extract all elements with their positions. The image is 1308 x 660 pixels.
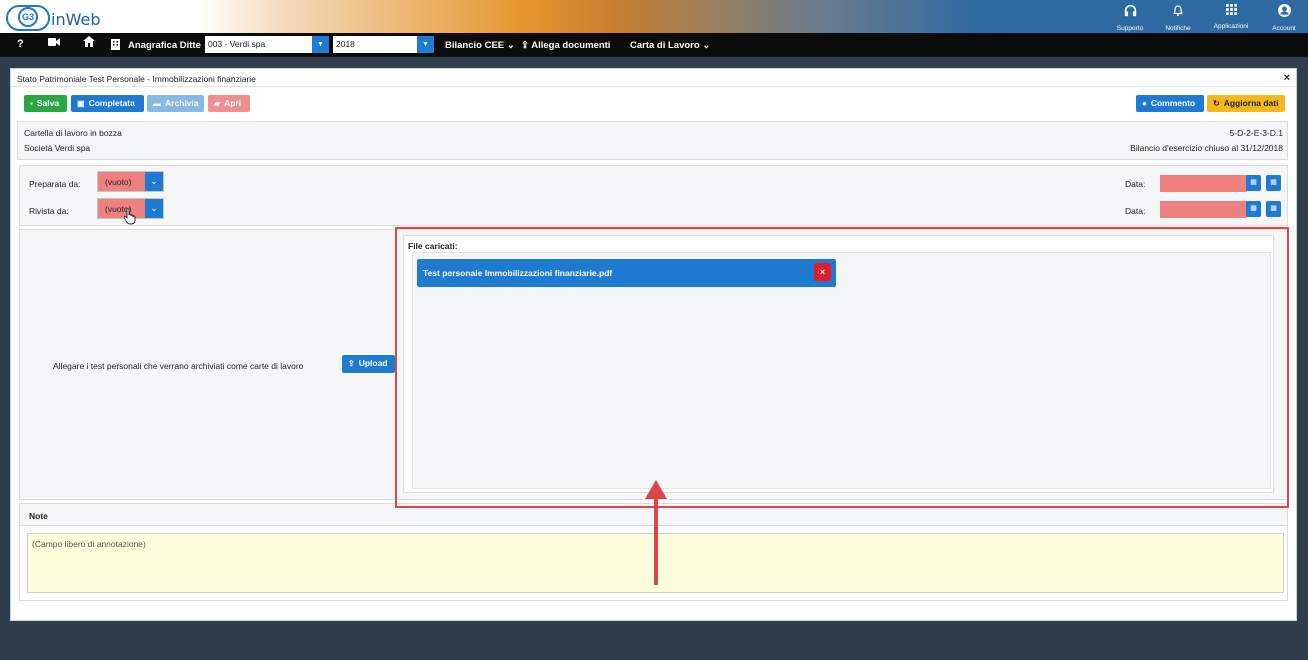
reviewed-label: Rivista da: bbox=[29, 206, 69, 216]
nav-allega-documenti[interactable]: ⇪ Allega documenti bbox=[521, 40, 610, 51]
completata-button-label: Completata bbox=[88, 98, 135, 108]
archivia-button-label: Archivia bbox=[165, 98, 199, 108]
logo-mark: G3 bbox=[18, 7, 38, 27]
applications-button[interactable]: Applicazioni bbox=[1202, 0, 1260, 33]
calendar-icon[interactable]: ▦ bbox=[1246, 175, 1261, 191]
save-button[interactable]: ▪ Salva bbox=[24, 95, 67, 112]
bilancio-text: Bilancio d'esercizio chiuso al 31/12/201… bbox=[1130, 143, 1283, 153]
nav-bilancio-label: Bilancio CEE bbox=[445, 40, 505, 51]
caret-down-icon[interactable]: ▼ bbox=[417, 36, 434, 53]
apri-button[interactable]: ▰ Apri bbox=[208, 95, 250, 112]
reviewed-date-input[interactable] bbox=[1160, 201, 1247, 218]
status-text: Cartella di lavoro in bozza bbox=[24, 128, 122, 138]
workpaper-code: 5-D-2-E-3-D.1 bbox=[1229, 128, 1283, 138]
nav-anagrafica-ditte[interactable]: Anagrafica Ditte bbox=[128, 40, 201, 51]
completata-button[interactable]: ▣ Completata bbox=[71, 95, 144, 112]
year-select[interactable]: 2018 ▼ bbox=[333, 36, 434, 53]
prepared-by-select[interactable]: (vuoto) ⌄ bbox=[97, 171, 164, 192]
floppy-icon: ▪ bbox=[30, 99, 33, 108]
notes-title: Note bbox=[29, 511, 48, 521]
building-icon bbox=[111, 39, 120, 53]
dialog-title: Stato Patrimoniale Test Personale - Immo… bbox=[17, 74, 256, 84]
applications-label: Applicazioni bbox=[1213, 23, 1249, 30]
apri-button-label: Apri bbox=[224, 98, 242, 108]
grid-icon bbox=[1202, 4, 1260, 18]
review-panel: Preparata da: (vuoto) ⌄ Rivista da: (vuo… bbox=[19, 165, 1288, 226]
info-panel: Cartella di lavoro in bozza Società Verd… bbox=[17, 121, 1288, 160]
support-label: Supporto bbox=[1116, 25, 1144, 32]
account-button[interactable]: Account bbox=[1260, 0, 1308, 33]
upload-button-label: Upload bbox=[358, 358, 388, 368]
nav-bilancio-cee[interactable]: Bilancio CEE ⌄ bbox=[445, 40, 515, 51]
prepared-date-label: Data: bbox=[1125, 179, 1146, 189]
close-icon[interactable]: × bbox=[1284, 72, 1290, 84]
commento-button[interactable]: ● Commento bbox=[1136, 95, 1204, 112]
clipboard-icon: ▣ bbox=[77, 99, 85, 108]
notifications-button[interactable]: Notifiche bbox=[1154, 0, 1202, 33]
save-button-label: Salva bbox=[36, 98, 60, 108]
nav-allega-label: Allega documenti bbox=[531, 40, 611, 51]
app-logo[interactable]: G3 inWeb bbox=[6, 2, 100, 32]
top-header: G3 inWeb Supporto Notifiche Applicazioni bbox=[0, 0, 1308, 33]
notifications-label: Notifiche bbox=[1165, 25, 1191, 32]
chevron-down-icon: ⌄ bbox=[702, 40, 711, 51]
notes-placeholder: (Campo libero di annotazione) bbox=[32, 539, 146, 549]
company-select-value: 003 - Verdi spa bbox=[208, 39, 266, 49]
support-button[interactable]: Supporto bbox=[1106, 0, 1154, 33]
chevron-down-icon[interactable]: ⌄ bbox=[145, 172, 163, 191]
arrow-shaft-annotation bbox=[654, 497, 658, 585]
headphones-icon bbox=[1106, 4, 1154, 20]
comment-icon: ● bbox=[1142, 99, 1147, 108]
commento-button-label: Commento bbox=[1150, 98, 1196, 108]
title-divider bbox=[11, 86, 1296, 87]
caret-down-icon[interactable]: ▼ bbox=[312, 36, 329, 53]
account-label: Account bbox=[1272, 25, 1296, 32]
main-navbar: ? Anagrafica Ditte 003 - Verdi spa ▼ 201… bbox=[0, 33, 1308, 57]
prepared-label: Preparata da: bbox=[29, 179, 81, 189]
company-text: Società Verdi spa bbox=[24, 143, 91, 153]
company-select[interactable]: 003 - Verdi spa ▼ bbox=[205, 36, 329, 53]
prepared-by-value: (vuoto) bbox=[105, 177, 132, 187]
nav-carta-di-lavoro[interactable]: Carta di Lavoro ⌄ bbox=[630, 40, 710, 51]
account-icon bbox=[1260, 4, 1308, 20]
refresh-icon: ↻ bbox=[1213, 99, 1220, 108]
archive-icon: ▬ bbox=[153, 99, 161, 108]
upload-icon: ⇪ bbox=[521, 40, 532, 51]
folder-open-icon: ▰ bbox=[214, 99, 221, 108]
calendar-day-icon[interactable]: ▦ bbox=[1266, 175, 1281, 191]
prepared-date-input[interactable] bbox=[1160, 175, 1247, 192]
chevron-down-icon: ⌄ bbox=[506, 40, 515, 51]
brand-name: inWeb bbox=[51, 10, 101, 29]
chevron-down-icon[interactable]: ⌄ bbox=[145, 199, 163, 218]
video-camera-icon[interactable] bbox=[48, 38, 60, 46]
hand-cursor-icon bbox=[123, 207, 136, 226]
calendar-day-icon[interactable]: ▦ bbox=[1266, 201, 1281, 217]
bell-icon bbox=[1154, 4, 1202, 20]
aggiorna-button-label: Aggiorna dati bbox=[1223, 98, 1279, 108]
nav-carta-label: Carta di Lavoro bbox=[630, 40, 700, 51]
archivia-button[interactable]: ▬ Archivia bbox=[147, 95, 204, 112]
home-icon[interactable] bbox=[83, 36, 95, 50]
aggiorna-dati-button[interactable]: ↻ Aggiorna dati bbox=[1207, 95, 1285, 112]
reviewed-date-label: Data: bbox=[1125, 206, 1146, 216]
upload-button[interactable]: ⇪ Upload bbox=[342, 355, 395, 373]
year-select-value: 2018 bbox=[336, 39, 355, 49]
upload-icon: ⇪ bbox=[348, 359, 355, 368]
calendar-icon[interactable]: ▦ bbox=[1246, 201, 1261, 217]
highlight-annotation bbox=[395, 227, 1289, 508]
help-icon[interactable]: ? bbox=[17, 38, 24, 50]
upload-instructions: Allegare i test personali che verrano ar… bbox=[53, 361, 304, 371]
header-actions: Supporto Notifiche Applicazioni Account bbox=[1106, 0, 1308, 33]
